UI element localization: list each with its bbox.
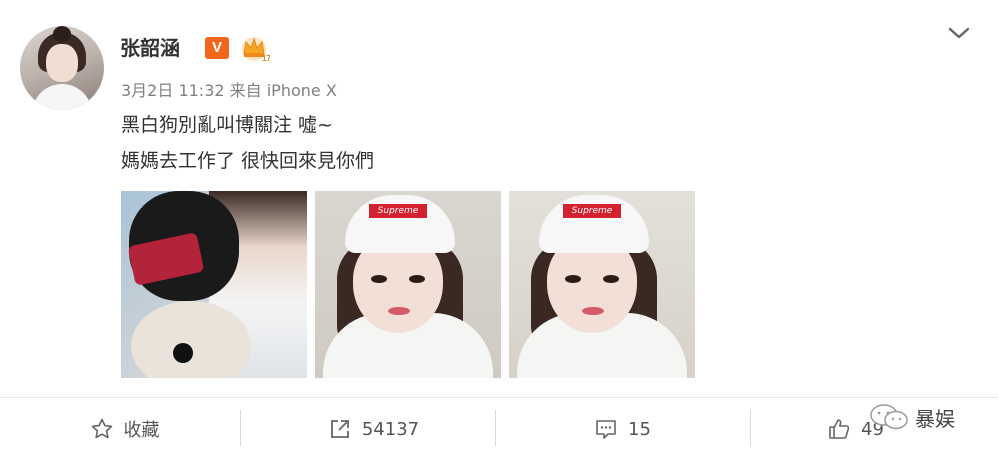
photo-eye	[409, 275, 425, 283]
comment-count: 15	[628, 418, 651, 440]
weibo-post-card: 张韶涵 V 17 3月2日 11:32 来自 iPhone X 黑白狗別亂叫博關…	[0, 0, 998, 460]
favorite-button[interactable]: 收藏	[0, 398, 249, 460]
post-photo-1[interactable]	[121, 191, 307, 378]
photo-dog-eye	[173, 343, 193, 363]
comment-icon	[596, 420, 616, 439]
post-meta: 3月2日 11:32 来自 iPhone X	[121, 81, 337, 100]
photo-lips	[388, 307, 410, 315]
watermark: 暴娱	[867, 402, 955, 432]
photo-cap: Supreme	[539, 195, 649, 253]
crown-icon: 17	[242, 37, 270, 62]
photo-cap: Supreme	[345, 195, 455, 253]
favorite-label: 收藏	[123, 420, 160, 441]
cap-logo: Supreme	[563, 204, 621, 218]
action-bar: 收藏 54137 15 49	[0, 398, 998, 460]
action-separator	[495, 410, 496, 446]
avatar-body	[32, 84, 92, 110]
author-name[interactable]: 张韶涵	[120, 32, 180, 61]
avatar[interactable]	[20, 26, 104, 110]
share-icon	[330, 420, 349, 438]
photo-lips	[582, 307, 604, 315]
watermark-text: 暴娱	[915, 406, 955, 431]
verified-badge: V	[205, 37, 229, 59]
cap-logo: Supreme	[369, 204, 427, 218]
photo-eye	[565, 275, 581, 283]
repost-button[interactable]: 54137	[249, 398, 498, 460]
avatar-bun	[53, 26, 71, 42]
star-icon	[91, 418, 112, 439]
chevron-down-icon[interactable]	[946, 20, 972, 46]
post-photo-3[interactable]: Supreme	[509, 191, 695, 378]
comment-button[interactable]: 15	[498, 398, 747, 460]
post-text-line-2: 媽媽去工作了 很快回來見你們	[121, 150, 375, 172]
action-separator	[240, 410, 241, 446]
photo-eye	[603, 275, 619, 283]
repost-count: 54137	[361, 418, 420, 440]
photo-eye	[371, 275, 387, 283]
wechat-icon	[870, 404, 908, 430]
avatar-face	[46, 44, 78, 82]
post-photo-2[interactable]: Supreme	[315, 191, 501, 378]
post-text-line-1: 黑白狗別亂叫博關注 噓~	[121, 114, 333, 136]
level-badge-text: 17	[262, 54, 270, 62]
thumbs-up-icon	[829, 419, 850, 439]
